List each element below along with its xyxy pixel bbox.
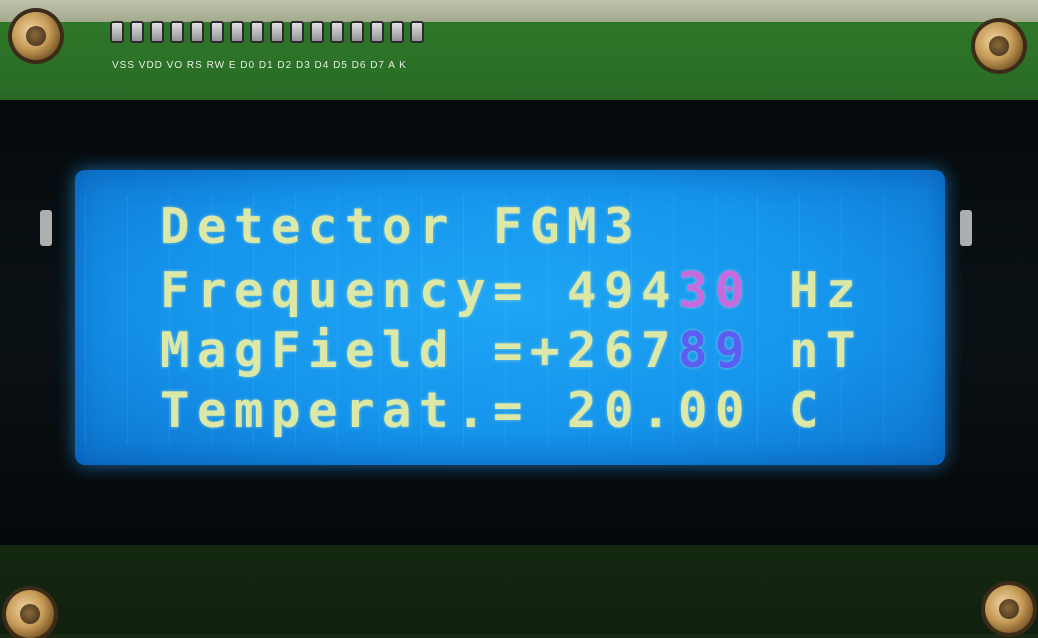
header-pin	[230, 21, 244, 43]
frequency-highlight: 30	[678, 262, 753, 319]
header-pin	[370, 21, 384, 43]
screw-icon	[985, 585, 1033, 633]
lcd-line-frequency: Frequency= 49430 Hz	[160, 262, 863, 319]
pin-labels: VSS VDD VO RS RW E D0 D1 D2 D3 D4 D5 D6 …	[112, 60, 407, 71]
header-pin	[270, 21, 284, 43]
header-pin	[330, 21, 344, 43]
header-pin	[410, 21, 424, 43]
header-pin	[170, 21, 184, 43]
bezel-clip	[40, 210, 52, 246]
lcd-line-magfield: MagField =+26789 nT	[160, 322, 863, 379]
header-pin	[310, 21, 324, 43]
screw-icon	[975, 22, 1023, 70]
header-pin	[110, 21, 124, 43]
header-pin	[290, 21, 304, 43]
frequency-unit: Hz	[752, 262, 864, 319]
magfield-prefix: MagField =+267	[160, 322, 679, 379]
header-pin	[210, 21, 224, 43]
magfield-unit: nT	[752, 322, 864, 379]
pin-header	[110, 18, 530, 46]
frequency-prefix: Frequency= 494	[160, 262, 679, 319]
header-pin	[350, 21, 364, 43]
screw-icon	[12, 12, 60, 60]
bezel-clip	[960, 210, 972, 246]
header-pin	[390, 21, 404, 43]
lcd-line-title: Detector FGM3	[160, 198, 642, 255]
header-pin	[190, 21, 204, 43]
header-pin	[150, 21, 164, 43]
header-pin	[130, 21, 144, 43]
magfield-highlight: 89	[678, 322, 753, 379]
screw-icon	[6, 590, 54, 638]
lcd-line-temperature: Temperat.= 20.00 C	[160, 382, 827, 439]
header-pin	[250, 21, 264, 43]
